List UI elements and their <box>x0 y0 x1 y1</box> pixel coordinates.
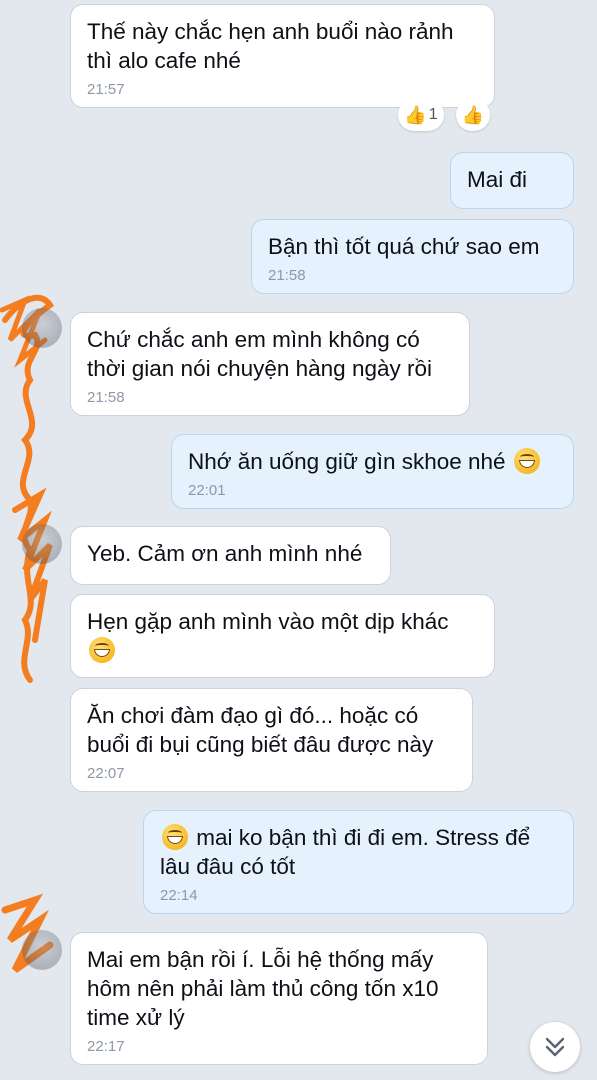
reaction-count-label: 1 <box>428 106 438 123</box>
message-time: 22:07 <box>87 765 125 782</box>
message-text: Yeb. Cảm ơn anh mình nhé <box>87 541 363 566</box>
message-text: Nhớ ăn uống giữ gìn skhoe nhé <box>188 449 506 474</box>
message-bubble-outgoing[interactable]: Mai đi <box>451 153 573 208</box>
message-text: Ăn chơi đàm đạo gì đó... hoặc có buổi đi… <box>87 703 434 757</box>
grin-emoji-icon <box>162 824 188 850</box>
reaction-count[interactable]: 👍 1 <box>398 99 444 131</box>
message-time: 21:57 <box>87 81 125 98</box>
contact-avatar[interactable] <box>22 524 62 564</box>
message-text: Mai em bận rồi í. Lỗi hệ thống mấy hôm n… <box>87 947 439 1030</box>
grin-emoji-icon <box>89 637 115 663</box>
message-bubble-outgoing[interactable]: mai ko bận thì đi đi em. Stress để lâu đ… <box>144 811 573 913</box>
message-time: 22:14 <box>160 887 198 904</box>
message-bubble-incoming[interactable]: Ăn chơi đàm đạo gì đó... hoặc có buổi đi… <box>71 689 472 791</box>
grin-emoji-icon <box>513 448 540 474</box>
redaction-scribble <box>0 294 55 973</box>
thumbs-up-icon: 👍 <box>404 104 427 125</box>
message-text: mai ko bận thì đi đi em. Stress để lâu đ… <box>160 825 531 879</box>
contact-avatar[interactable] <box>22 308 62 348</box>
message-bubble-incoming[interactable]: Yeb. Cảm ơn anh mình nhé <box>71 527 390 584</box>
message-text: Thế này chắc hẹn anh buổi nào rảnh thì a… <box>87 19 454 73</box>
message-text: Hẹn gặp anh mình vào một dịp khác <box>87 609 449 634</box>
scroll-to-bottom-button[interactable] <box>530 1022 580 1072</box>
contact-avatar[interactable] <box>22 930 62 970</box>
add-reaction-button[interactable]: 👍 <box>456 99 490 131</box>
message-bubble-incoming[interactable]: Hẹn gặp anh mình vào một dịp khác <box>71 595 494 677</box>
message-text: Bận thì tốt quá chứ sao em <box>268 234 540 259</box>
message-time: 21:58 <box>268 267 306 284</box>
message-time: 21:58 <box>87 389 125 406</box>
message-bubble-incoming[interactable]: Thế này chắc hẹn anh buổi nào rảnh thì a… <box>71 5 494 107</box>
message-bubble-outgoing[interactable]: Nhớ ăn uống giữ gìn skhoe nhé 22:01 <box>172 435 573 508</box>
message-bubble-incoming[interactable]: Chứ chắc anh em mình không có thời gian … <box>71 313 469 415</box>
thumbs-up-icon: 👍 <box>461 104 485 125</box>
message-bubble-outgoing[interactable]: Bận thì tốt quá chứ sao em 21:58 <box>252 220 573 293</box>
message-text: Chứ chắc anh em mình không có thời gian … <box>87 327 432 381</box>
message-text: Mai đi <box>467 167 528 192</box>
message-time: 22:17 <box>87 1038 125 1055</box>
chevron-double-down-icon <box>545 1037 565 1057</box>
message-bubble-incoming[interactable]: Mai em bận rồi í. Lỗi hệ thống mấy hôm n… <box>71 933 487 1064</box>
message-time: 22:01 <box>188 482 226 499</box>
